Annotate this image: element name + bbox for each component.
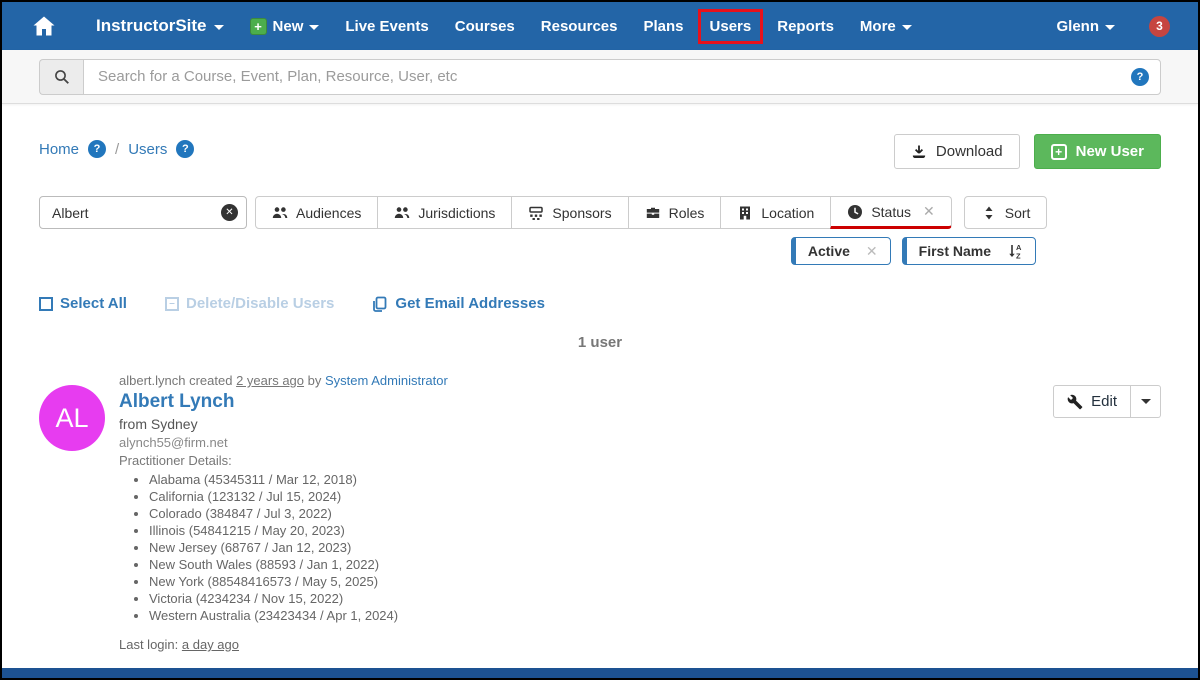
top-navbar: InstructorSite + New Live Events Courses… xyxy=(2,2,1198,50)
nav-item-new[interactable]: + New xyxy=(249,17,320,35)
nav-item-more[interactable]: More xyxy=(860,18,912,35)
plus-icon: + xyxy=(249,17,267,35)
created-time-link[interactable]: 2 years ago xyxy=(236,373,304,388)
audiences-filter-button[interactable]: Audiences xyxy=(255,196,379,229)
plus-icon: + xyxy=(1050,143,1067,160)
help-icon[interactable]: ? xyxy=(1131,67,1149,86)
clear-filter-icon[interactable]: ✕ xyxy=(221,204,238,221)
search-button[interactable] xyxy=(39,58,83,95)
remove-status-filter-icon[interactable]: ✕ xyxy=(923,203,935,220)
breadcrumb-users[interactable]: Users xyxy=(128,141,167,158)
sponsors-filter-button[interactable]: Sponsors xyxy=(511,196,629,229)
result-count: 1 user xyxy=(577,334,623,351)
list-item: New South Wales (88593 / Jan 1, 2022) xyxy=(149,556,1053,573)
people-icon xyxy=(272,206,288,218)
filter-button-group: Audiences Jurisdictions Sponsors Roles L… xyxy=(255,196,952,229)
sort-icon xyxy=(985,206,993,219)
notification-badge[interactable]: 3 xyxy=(1149,15,1170,37)
list-item: California (123132 / Jul 15, 2024) xyxy=(149,488,1053,505)
nav-item-live-events[interactable]: Live Events xyxy=(345,18,428,35)
sort-button[interactable]: Sort xyxy=(963,196,1048,229)
nav-item-plans[interactable]: Plans xyxy=(644,18,684,35)
edit-user-button[interactable]: Edit xyxy=(1053,385,1131,418)
list-item: Victoria (4234234 / Nov 15, 2022) xyxy=(149,590,1053,607)
svg-text:Z: Z xyxy=(1016,252,1021,260)
list-item: New York (88548416573 / May 5, 2025) xyxy=(149,573,1053,590)
minus-square-icon: – xyxy=(164,296,179,311)
practitioner-details-list: Alabama (45345311 / Mar 12, 2018) Califo… xyxy=(149,471,1053,624)
wrench-icon xyxy=(1067,394,1083,409)
avatar[interactable]: AL xyxy=(39,385,105,451)
podium-icon xyxy=(529,206,544,220)
select-all-link[interactable]: Select All xyxy=(39,295,127,312)
home-icon[interactable] xyxy=(32,14,56,38)
chevron-down-icon xyxy=(901,24,912,30)
list-item: New Jersey (68767 / Jan 12, 2023) xyxy=(149,539,1053,556)
user-menu[interactable]: Glenn xyxy=(1056,18,1115,35)
user-email: alynch55@firm.net xyxy=(119,435,228,450)
last-login: Last login: a day ago xyxy=(119,637,239,652)
delete-disable-users-link: – Delete/Disable Users xyxy=(164,295,334,312)
chevron-down-icon xyxy=(1105,24,1115,30)
nav-item-users[interactable]: Users xyxy=(697,8,764,44)
user-list-item: AL albert.lynch created 2 years ago by S… xyxy=(39,373,1161,652)
copy-icon xyxy=(373,296,387,312)
practitioner-details-label: Practitioner Details: xyxy=(119,453,232,468)
checkbox-icon[interactable] xyxy=(39,296,53,311)
creator-link[interactable]: System Administrator xyxy=(325,373,448,388)
user-name-link[interactable]: Albert Lynch xyxy=(119,391,1053,413)
list-item: Western Australia (23423434 / Apr 1, 202… xyxy=(149,607,1053,624)
user-filter-input[interactable] xyxy=(39,196,247,229)
sort-first-name-chip[interactable]: First Name AZ xyxy=(901,237,1036,265)
chevron-down-icon xyxy=(213,24,224,30)
download-icon xyxy=(912,145,926,158)
breadcrumb: Home ? / Users ? xyxy=(39,140,195,158)
list-item: Colorado (384847 / Jul 3, 2022) xyxy=(149,505,1053,522)
search-input[interactable] xyxy=(83,58,1161,95)
status-filter-button[interactable]: Status ✕ xyxy=(830,196,952,229)
search-icon xyxy=(54,69,69,84)
building-icon xyxy=(740,206,751,219)
app-window: InstructorSite + New Live Events Courses… xyxy=(0,0,1200,680)
help-icon[interactable]: ? xyxy=(88,140,107,158)
new-user-button[interactable]: + New User xyxy=(1033,134,1161,169)
list-item: Illinois (54841215 / May 20, 2023) xyxy=(149,522,1053,539)
briefcase-icon xyxy=(646,207,659,218)
jurisdictions-filter-button[interactable]: Jurisdictions xyxy=(377,196,513,229)
breadcrumb-home[interactable]: Home xyxy=(39,141,79,158)
download-button[interactable]: Download xyxy=(893,134,1020,169)
people-icon xyxy=(395,206,410,218)
global-search-bar: ? xyxy=(2,50,1198,104)
sort-az-icon: AZ xyxy=(1009,243,1022,260)
active-status-chip[interactable]: Active ✕ xyxy=(790,237,891,265)
nav-item-courses[interactable]: Courses xyxy=(455,18,515,35)
list-item: Alabama (45345311 / Mar 12, 2018) xyxy=(149,471,1053,488)
roles-filter-button[interactable]: Roles xyxy=(627,196,722,229)
location-filter-button[interactable]: Location xyxy=(720,196,832,229)
brand-label: InstructorSite xyxy=(96,16,207,35)
chevron-down-icon xyxy=(1140,399,1151,404)
brand-menu[interactable]: InstructorSite xyxy=(96,16,224,36)
clock-icon xyxy=(848,204,863,219)
help-icon[interactable]: ? xyxy=(176,140,195,158)
edit-dropdown-button[interactable] xyxy=(1131,385,1161,418)
last-login-time-link[interactable]: a day ago xyxy=(182,637,239,652)
nav-item-reports[interactable]: Reports xyxy=(777,18,834,35)
get-email-addresses-link[interactable]: Get Email Addresses xyxy=(372,295,545,312)
chevron-down-icon xyxy=(309,24,320,30)
user-location: from Sydney xyxy=(119,416,198,432)
user-meta: albert.lynch created 2 years ago by Syst… xyxy=(119,373,448,388)
footer-bar xyxy=(2,668,1198,678)
nav-item-resources[interactable]: Resources xyxy=(541,18,618,35)
remove-chip-icon[interactable]: ✕ xyxy=(866,243,878,260)
